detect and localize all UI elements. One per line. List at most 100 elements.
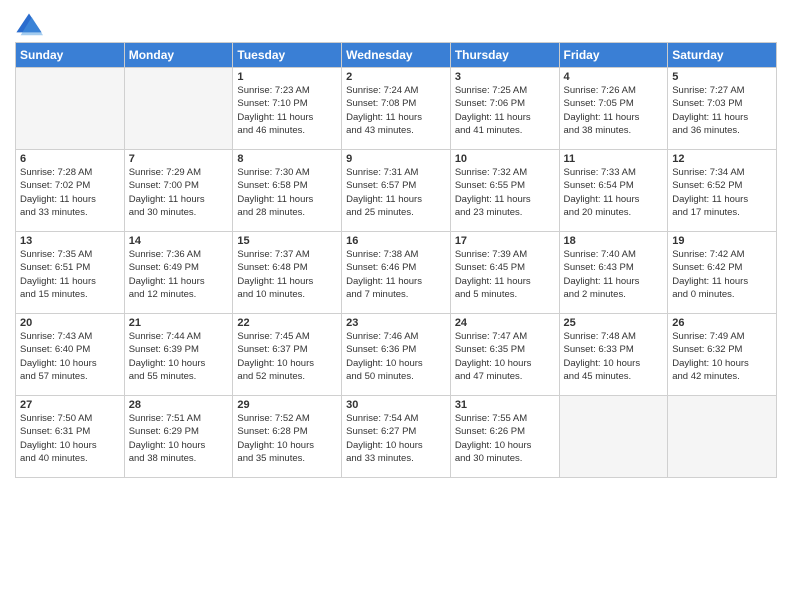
day-header-monday: Monday — [124, 43, 233, 68]
calendar-cell: 22Sunrise: 7:45 AM Sunset: 6:37 PM Dayli… — [233, 314, 342, 396]
day-number: 26 — [672, 317, 772, 329]
calendar-cell: 12Sunrise: 7:34 AM Sunset: 6:52 PM Dayli… — [668, 150, 777, 232]
cell-details: Sunrise: 7:49 AM Sunset: 6:32 PM Dayligh… — [672, 330, 772, 383]
day-number: 30 — [346, 399, 446, 411]
day-number: 10 — [455, 153, 555, 165]
calendar-cell: 15Sunrise: 7:37 AM Sunset: 6:48 PM Dayli… — [233, 232, 342, 314]
cell-details: Sunrise: 7:37 AM Sunset: 6:48 PM Dayligh… — [237, 248, 337, 301]
cell-details: Sunrise: 7:26 AM Sunset: 7:05 PM Dayligh… — [564, 84, 664, 137]
day-number: 7 — [129, 153, 229, 165]
day-number: 28 — [129, 399, 229, 411]
day-number: 5 — [672, 71, 772, 83]
calendar-cell: 7Sunrise: 7:29 AM Sunset: 7:00 PM Daylig… — [124, 150, 233, 232]
day-number: 24 — [455, 317, 555, 329]
week-row-1: 1Sunrise: 7:23 AM Sunset: 7:10 PM Daylig… — [16, 68, 777, 150]
cell-details: Sunrise: 7:51 AM Sunset: 6:29 PM Dayligh… — [129, 412, 229, 465]
calendar-cell: 5Sunrise: 7:27 AM Sunset: 7:03 PM Daylig… — [668, 68, 777, 150]
cell-details: Sunrise: 7:32 AM Sunset: 6:55 PM Dayligh… — [455, 166, 555, 219]
day-number: 31 — [455, 399, 555, 411]
main-container: SundayMondayTuesdayWednesdayThursdayFrid… — [0, 0, 792, 483]
week-row-5: 27Sunrise: 7:50 AM Sunset: 6:31 PM Dayli… — [16, 396, 777, 478]
day-header-tuesday: Tuesday — [233, 43, 342, 68]
calendar-cell: 25Sunrise: 7:48 AM Sunset: 6:33 PM Dayli… — [559, 314, 668, 396]
calendar-cell: 29Sunrise: 7:52 AM Sunset: 6:28 PM Dayli… — [233, 396, 342, 478]
cell-details: Sunrise: 7:35 AM Sunset: 6:51 PM Dayligh… — [20, 248, 120, 301]
calendar-cell — [559, 396, 668, 478]
header-row — [15, 10, 777, 38]
cell-details: Sunrise: 7:27 AM Sunset: 7:03 PM Dayligh… — [672, 84, 772, 137]
calendar-cell: 6Sunrise: 7:28 AM Sunset: 7:02 PM Daylig… — [16, 150, 125, 232]
day-number: 23 — [346, 317, 446, 329]
cell-details: Sunrise: 7:54 AM Sunset: 6:27 PM Dayligh… — [346, 412, 446, 465]
cell-details: Sunrise: 7:55 AM Sunset: 6:26 PM Dayligh… — [455, 412, 555, 465]
calendar-cell: 9Sunrise: 7:31 AM Sunset: 6:57 PM Daylig… — [342, 150, 451, 232]
cell-details: Sunrise: 7:36 AM Sunset: 6:49 PM Dayligh… — [129, 248, 229, 301]
day-header-sunday: Sunday — [16, 43, 125, 68]
week-row-4: 20Sunrise: 7:43 AM Sunset: 6:40 PM Dayli… — [16, 314, 777, 396]
calendar-cell: 24Sunrise: 7:47 AM Sunset: 6:35 PM Dayli… — [450, 314, 559, 396]
day-number: 29 — [237, 399, 337, 411]
calendar-table: SundayMondayTuesdayWednesdayThursdayFrid… — [15, 42, 777, 478]
calendar-cell: 11Sunrise: 7:33 AM Sunset: 6:54 PM Dayli… — [559, 150, 668, 232]
day-number: 14 — [129, 235, 229, 247]
calendar-cell: 23Sunrise: 7:46 AM Sunset: 6:36 PM Dayli… — [342, 314, 451, 396]
calendar-cell: 16Sunrise: 7:38 AM Sunset: 6:46 PM Dayli… — [342, 232, 451, 314]
day-number: 17 — [455, 235, 555, 247]
calendar-cell: 27Sunrise: 7:50 AM Sunset: 6:31 PM Dayli… — [16, 396, 125, 478]
calendar-cell: 19Sunrise: 7:42 AM Sunset: 6:42 PM Dayli… — [668, 232, 777, 314]
logo-icon — [15, 10, 43, 38]
day-header-friday: Friday — [559, 43, 668, 68]
day-header-saturday: Saturday — [668, 43, 777, 68]
day-number: 1 — [237, 71, 337, 83]
day-number: 6 — [20, 153, 120, 165]
week-row-3: 13Sunrise: 7:35 AM Sunset: 6:51 PM Dayli… — [16, 232, 777, 314]
logo — [15, 10, 47, 38]
day-number: 27 — [20, 399, 120, 411]
calendar-cell — [124, 68, 233, 150]
day-header-thursday: Thursday — [450, 43, 559, 68]
cell-details: Sunrise: 7:47 AM Sunset: 6:35 PM Dayligh… — [455, 330, 555, 383]
cell-details: Sunrise: 7:24 AM Sunset: 7:08 PM Dayligh… — [346, 84, 446, 137]
calendar-cell: 10Sunrise: 7:32 AM Sunset: 6:55 PM Dayli… — [450, 150, 559, 232]
calendar-cell: 2Sunrise: 7:24 AM Sunset: 7:08 PM Daylig… — [342, 68, 451, 150]
day-number: 13 — [20, 235, 120, 247]
cell-details: Sunrise: 7:29 AM Sunset: 7:00 PM Dayligh… — [129, 166, 229, 219]
cell-details: Sunrise: 7:25 AM Sunset: 7:06 PM Dayligh… — [455, 84, 555, 137]
day-number: 3 — [455, 71, 555, 83]
cell-details: Sunrise: 7:40 AM Sunset: 6:43 PM Dayligh… — [564, 248, 664, 301]
calendar-cell: 1Sunrise: 7:23 AM Sunset: 7:10 PM Daylig… — [233, 68, 342, 150]
cell-details: Sunrise: 7:48 AM Sunset: 6:33 PM Dayligh… — [564, 330, 664, 383]
cell-details: Sunrise: 7:33 AM Sunset: 6:54 PM Dayligh… — [564, 166, 664, 219]
calendar-cell: 4Sunrise: 7:26 AM Sunset: 7:05 PM Daylig… — [559, 68, 668, 150]
day-number: 15 — [237, 235, 337, 247]
day-number: 9 — [346, 153, 446, 165]
cell-details: Sunrise: 7:23 AM Sunset: 7:10 PM Dayligh… — [237, 84, 337, 137]
cell-details: Sunrise: 7:44 AM Sunset: 6:39 PM Dayligh… — [129, 330, 229, 383]
day-number: 20 — [20, 317, 120, 329]
day-number: 4 — [564, 71, 664, 83]
day-number: 19 — [672, 235, 772, 247]
day-number: 2 — [346, 71, 446, 83]
day-number: 22 — [237, 317, 337, 329]
day-number: 12 — [672, 153, 772, 165]
day-number: 18 — [564, 235, 664, 247]
cell-details: Sunrise: 7:39 AM Sunset: 6:45 PM Dayligh… — [455, 248, 555, 301]
calendar-cell — [16, 68, 125, 150]
cell-details: Sunrise: 7:42 AM Sunset: 6:42 PM Dayligh… — [672, 248, 772, 301]
day-header-wednesday: Wednesday — [342, 43, 451, 68]
calendar-cell: 20Sunrise: 7:43 AM Sunset: 6:40 PM Dayli… — [16, 314, 125, 396]
calendar-cell — [668, 396, 777, 478]
day-number: 21 — [129, 317, 229, 329]
header-row-days: SundayMondayTuesdayWednesdayThursdayFrid… — [16, 43, 777, 68]
cell-details: Sunrise: 7:45 AM Sunset: 6:37 PM Dayligh… — [237, 330, 337, 383]
cell-details: Sunrise: 7:52 AM Sunset: 6:28 PM Dayligh… — [237, 412, 337, 465]
week-row-2: 6Sunrise: 7:28 AM Sunset: 7:02 PM Daylig… — [16, 150, 777, 232]
cell-details: Sunrise: 7:30 AM Sunset: 6:58 PM Dayligh… — [237, 166, 337, 219]
cell-details: Sunrise: 7:46 AM Sunset: 6:36 PM Dayligh… — [346, 330, 446, 383]
cell-details: Sunrise: 7:50 AM Sunset: 6:31 PM Dayligh… — [20, 412, 120, 465]
calendar-cell: 28Sunrise: 7:51 AM Sunset: 6:29 PM Dayli… — [124, 396, 233, 478]
calendar-cell: 26Sunrise: 7:49 AM Sunset: 6:32 PM Dayli… — [668, 314, 777, 396]
day-number: 25 — [564, 317, 664, 329]
day-number: 16 — [346, 235, 446, 247]
day-number: 11 — [564, 153, 664, 165]
